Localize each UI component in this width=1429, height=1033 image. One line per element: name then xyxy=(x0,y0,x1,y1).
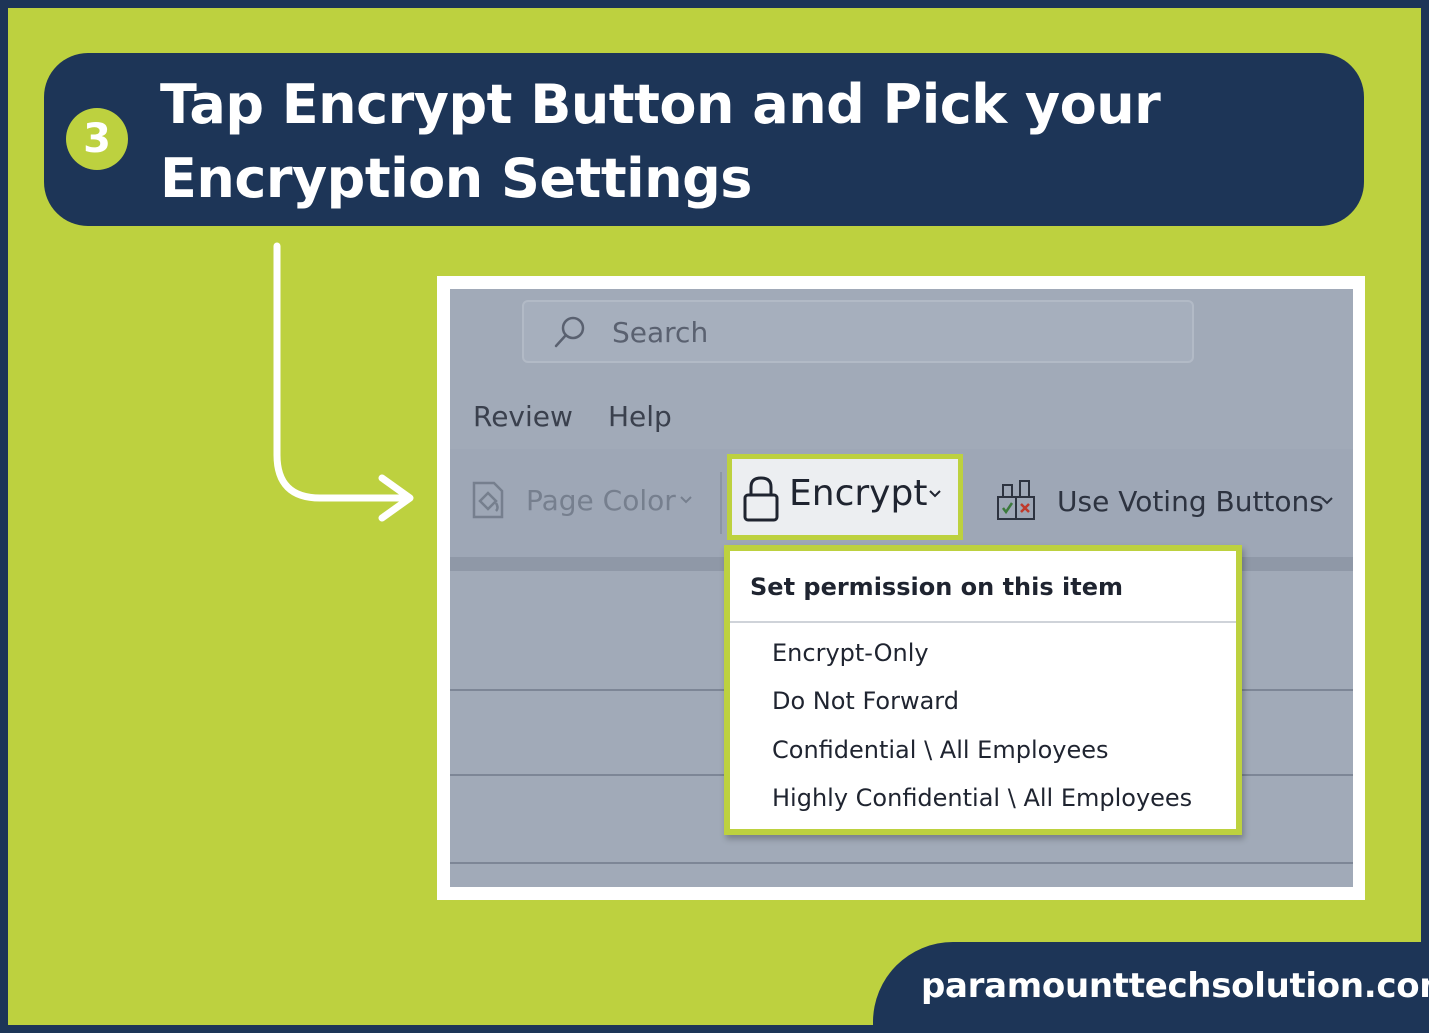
chevron-down-icon xyxy=(1321,497,1333,505)
page-color-button[interactable]: Page Color xyxy=(526,484,676,517)
pointer-arrow-icon xyxy=(273,242,414,522)
website-url: paramounttechsolution.com xyxy=(921,966,1429,1006)
footer-banner: paramounttechsolution.com xyxy=(873,942,1429,1033)
dropdown-divider xyxy=(730,621,1236,623)
lock-icon xyxy=(743,476,779,522)
step-title: Tap Encrypt Button and Pick your Encrypt… xyxy=(160,73,1161,210)
chevron-down-icon xyxy=(929,490,941,498)
search-input[interactable]: Search xyxy=(522,300,1194,363)
menu-item-encrypt-only[interactable]: Encrypt-Only xyxy=(772,639,929,667)
encrypt-dropdown-menu: Set permission on this item Encrypt-Only… xyxy=(724,545,1242,835)
menu-item-do-not-forward[interactable]: Do Not Forward xyxy=(772,687,959,715)
voting-buttons-icon[interactable] xyxy=(995,479,1037,523)
menu-item-highly-confidential-all-employees[interactable]: Highly Confidential \ All Employees xyxy=(772,784,1192,812)
message-list-divider xyxy=(450,862,1353,864)
outlook-window: Search Review Help Page Color Encrypt Us… xyxy=(450,289,1353,887)
search-placeholder: Search xyxy=(612,316,709,349)
encrypt-button[interactable]: Encrypt xyxy=(727,454,963,540)
use-voting-buttons-button[interactable]: Use Voting Buttons xyxy=(1057,485,1324,518)
page-color-icon[interactable] xyxy=(468,479,508,521)
tab-help[interactable]: Help xyxy=(608,400,672,433)
step-number-badge: 3 xyxy=(66,108,128,170)
ribbon-tabs: Review Help xyxy=(450,394,1353,444)
dropdown-header: Set permission on this item xyxy=(750,573,1123,601)
chevron-down-icon xyxy=(680,496,692,504)
ribbon-separator xyxy=(720,472,722,534)
encrypt-label: Encrypt xyxy=(789,473,928,514)
menu-item-confidential-all-employees[interactable]: Confidential \ All Employees xyxy=(772,736,1109,764)
search-icon xyxy=(554,316,585,348)
tab-review[interactable]: Review xyxy=(473,400,573,433)
outlook-screenshot: Search Review Help Page Color Encrypt Us… xyxy=(437,276,1365,900)
